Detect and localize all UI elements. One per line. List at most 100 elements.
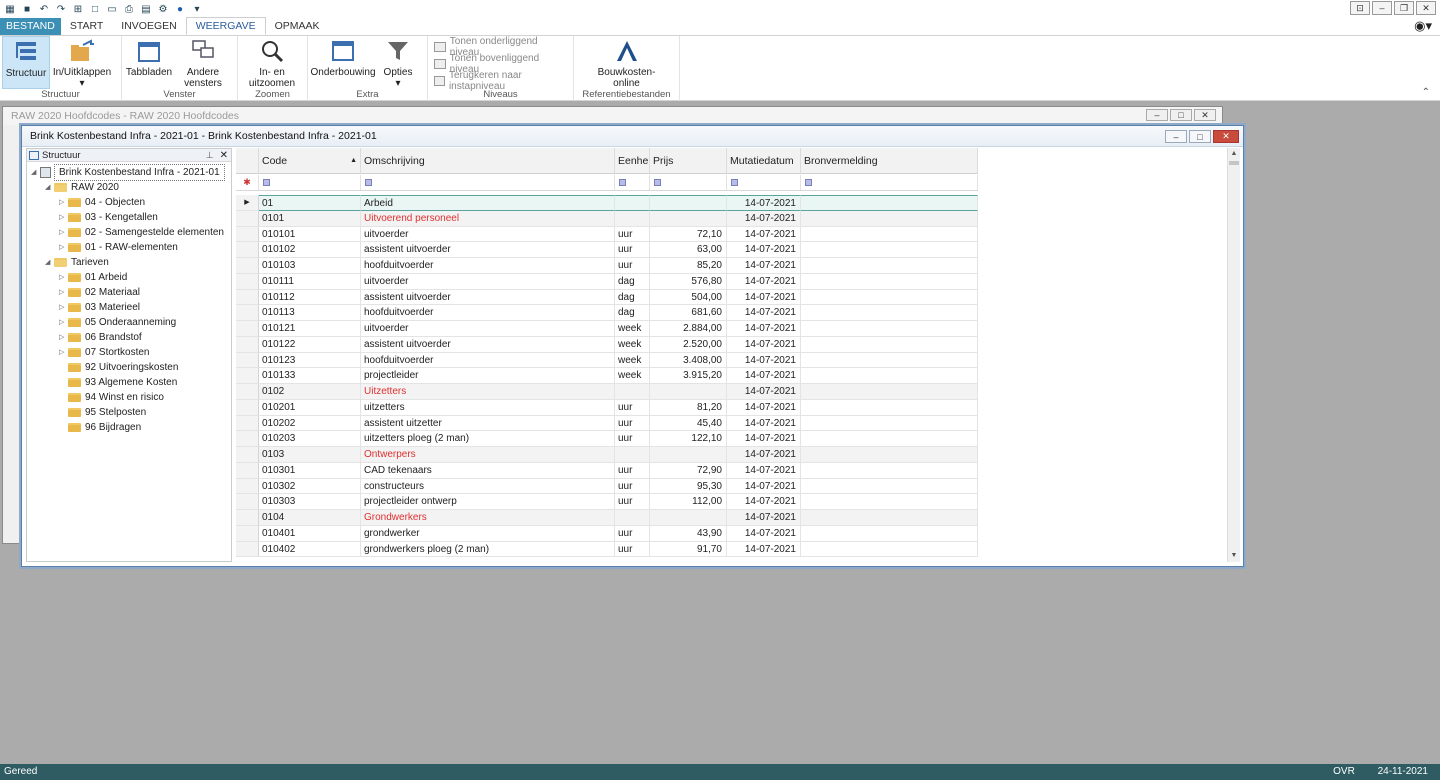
cell-desc[interactable]: Uitzetters bbox=[361, 384, 615, 400]
cell-desc[interactable]: Arbeid bbox=[361, 195, 615, 211]
close-icon[interactable]: ✕ bbox=[220, 150, 228, 161]
cell-price[interactable]: 91,70 bbox=[650, 541, 727, 558]
customize-qat-icon[interactable]: ▾ bbox=[190, 2, 204, 16]
row-indicator[interactable] bbox=[236, 399, 259, 416]
minimize-button[interactable]: – bbox=[1165, 130, 1187, 143]
table-row[interactable]: 010101 uitvoerder uur 72,10 14-07-2021 bbox=[236, 226, 978, 243]
terugkeren-button[interactable]: Terugkeren naar instapniveau bbox=[430, 70, 571, 92]
table-row[interactable]: 010122 assistent uitvoerder week 2.520,00 14… bbox=[236, 336, 978, 353]
table-row[interactable]: 010401 grondwerker uur 43,90 14-07-2021 bbox=[236, 525, 978, 542]
tab-opmaak[interactable]: OPMAAK bbox=[266, 18, 329, 35]
column-header-eenheid[interactable]: Eenheid bbox=[615, 148, 650, 174]
cell-desc[interactable]: projectleider ontwerp bbox=[361, 494, 615, 510]
cell-desc[interactable]: assistent uitvoerder bbox=[361, 336, 615, 353]
cell-unit[interactable]: dag bbox=[615, 305, 650, 321]
cell-unit[interactable]: week bbox=[615, 336, 650, 353]
tree-node-raw-child[interactable]: ▷ 04 - Objecten bbox=[59, 195, 145, 210]
close-button[interactable]: ✕ bbox=[1194, 109, 1216, 121]
cell-code[interactable]: 010302 bbox=[259, 478, 361, 495]
cell-src[interactable] bbox=[801, 195, 978, 211]
cell-src[interactable] bbox=[801, 226, 978, 243]
cell-desc[interactable]: uitvoerder bbox=[361, 226, 615, 243]
in-uitzoomen-button[interactable]: In- en uitzoomen bbox=[240, 36, 304, 89]
tree-node-root[interactable]: ◢ Brink Kostenbestand Infra - 2021-01 bbox=[31, 164, 225, 181]
cell-src[interactable] bbox=[801, 368, 978, 384]
expanded-arrow-icon[interactable]: ◢ bbox=[31, 165, 40, 180]
cell-code[interactable]: 010202 bbox=[259, 415, 361, 432]
table-group-row[interactable]: 0104 Grondwerkers 14-07-2021 bbox=[236, 510, 978, 526]
row-indicator[interactable] bbox=[236, 305, 259, 321]
vertical-scrollbar[interactable]: ▲ ▼ bbox=[1227, 148, 1240, 562]
cell-price[interactable]: 2.884,00 bbox=[650, 321, 727, 337]
tree-node-tarief[interactable]: 94 Winst en risico bbox=[59, 390, 164, 405]
cell-price[interactable]: 72,10 bbox=[650, 226, 727, 243]
cell-price[interactable]: 122,10 bbox=[650, 431, 727, 447]
row-indicator[interactable] bbox=[236, 494, 259, 510]
cell-price[interactable] bbox=[650, 195, 727, 211]
cell-src[interactable] bbox=[801, 541, 978, 558]
bouwkosten-online-button[interactable]: Bouwkosten-online bbox=[587, 36, 667, 89]
cell-code[interactable]: 010203 bbox=[259, 431, 361, 447]
row-indicator[interactable] bbox=[236, 415, 259, 432]
cell-desc[interactable]: constructeurs bbox=[361, 478, 615, 495]
minimize-button[interactable]: – bbox=[1146, 109, 1168, 121]
open-folder-icon[interactable]: ▭ bbox=[105, 2, 119, 16]
tree-node-tarief[interactable]: 93 Algemene Kosten bbox=[59, 375, 177, 390]
cell-src[interactable] bbox=[801, 525, 978, 542]
tab-start[interactable]: START bbox=[61, 18, 112, 35]
cell-unit[interactable]: uur bbox=[615, 226, 650, 243]
row-indicator[interactable] bbox=[236, 447, 259, 463]
cell-unit[interactable]: uur bbox=[615, 242, 650, 258]
cell-desc[interactable]: hoofduitvoerder bbox=[361, 258, 615, 274]
expand-arrow-icon[interactable]: ▷ bbox=[59, 210, 68, 225]
cell-src[interactable] bbox=[801, 462, 978, 479]
table-row[interactable]: 010303 projectleider ontwerp uur 112,00 14-0… bbox=[236, 494, 978, 510]
expand-arrow-icon[interactable]: ▷ bbox=[59, 240, 68, 255]
inuitklappen-button[interactable]: In/Uitklappen ▾ bbox=[50, 36, 114, 89]
cell-desc[interactable]: Ontwerpers bbox=[361, 447, 615, 463]
table-group-row[interactable]: 0102 Uitzetters 14-07-2021 bbox=[236, 384, 978, 400]
cell-code[interactable]: 010303 bbox=[259, 494, 361, 510]
tree-node-raw-child[interactable]: ▷ 02 - Samengestelde elementen bbox=[59, 225, 224, 240]
export-icon[interactable]: ▤ bbox=[139, 2, 153, 16]
filter-eenheid[interactable] bbox=[615, 175, 650, 190]
cell-code[interactable]: 010201 bbox=[259, 399, 361, 416]
cell-unit[interactable]: dag bbox=[615, 289, 650, 306]
onderbouwing-button[interactable]: Onderbouwing bbox=[310, 36, 376, 89]
cell-date[interactable]: 14-07-2021 bbox=[727, 336, 801, 353]
expand-arrow-icon[interactable]: ▷ bbox=[59, 285, 68, 300]
filter-omschrijving[interactable] bbox=[361, 175, 615, 190]
row-indicator[interactable] bbox=[236, 525, 259, 542]
table-group-row[interactable]: 0101 Uitvoerend personeel 14-07-2021 bbox=[236, 210, 978, 227]
row-indicator[interactable] bbox=[236, 289, 259, 306]
save-icon[interactable]: ■ bbox=[20, 2, 34, 16]
cell-price[interactable] bbox=[650, 510, 727, 526]
cell-code[interactable]: 010123 bbox=[259, 352, 361, 369]
row-indicator[interactable] bbox=[236, 242, 259, 258]
cell-date[interactable]: 14-07-2021 bbox=[727, 510, 801, 526]
cell-desc[interactable]: uitvoerder bbox=[361, 273, 615, 290]
cell-src[interactable] bbox=[801, 352, 978, 369]
table-row[interactable]: 010111 uitvoerder dag 576,80 14-07-2021 bbox=[236, 273, 978, 290]
cell-price[interactable] bbox=[650, 384, 727, 400]
scroll-up-icon[interactable]: ▲ bbox=[1228, 148, 1240, 160]
expanded-arrow-icon[interactable]: ◢ bbox=[45, 180, 54, 195]
cell-src[interactable] bbox=[801, 289, 978, 306]
cell-src[interactable] bbox=[801, 431, 978, 447]
tree-node-tarief[interactable]: 95 Stelposten bbox=[59, 405, 146, 420]
row-indicator[interactable] bbox=[236, 258, 259, 274]
cell-unit[interactable]: week bbox=[615, 352, 650, 369]
column-header-bronvermelding[interactable]: Bronvermelding bbox=[801, 148, 978, 174]
column-header-omschrijving[interactable]: Omschrijving bbox=[361, 148, 615, 174]
cell-unit[interactable]: week bbox=[615, 321, 650, 337]
undo-icon[interactable]: ↶ bbox=[37, 2, 51, 16]
cell-unit[interactable] bbox=[615, 210, 650, 227]
tabbladen-button[interactable]: Tabbladen bbox=[124, 36, 174, 89]
cell-code[interactable]: 010133 bbox=[259, 368, 361, 384]
table-row[interactable]: 010202 assistent uitzetter uur 45,40 14-07-2… bbox=[236, 415, 978, 432]
cell-unit[interactable]: uur bbox=[615, 541, 650, 558]
cell-desc[interactable]: hoofduitvoerder bbox=[361, 352, 615, 369]
cell-unit[interactable]: uur bbox=[615, 431, 650, 447]
cell-date[interactable]: 14-07-2021 bbox=[727, 384, 801, 400]
tree-node-tarief[interactable]: ▷ 07 Stortkosten bbox=[59, 345, 149, 360]
